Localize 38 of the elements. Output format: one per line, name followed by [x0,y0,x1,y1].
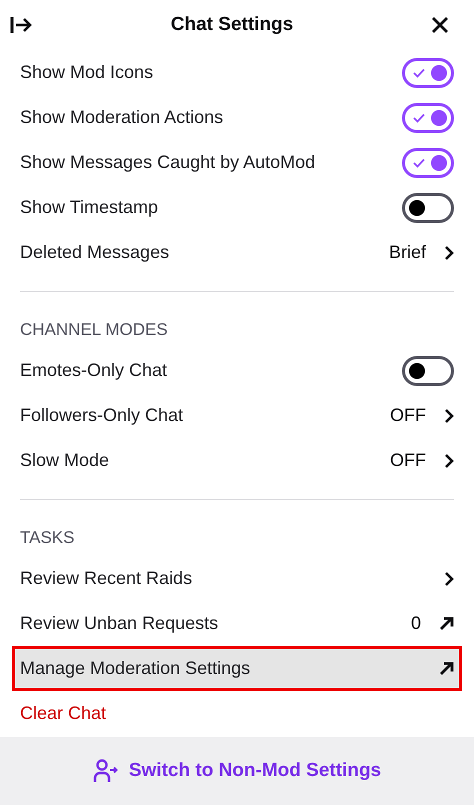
setting-label: Deleted Messages [20,242,170,263]
menu-row[interactable]: Review Unban Requests 0 [12,601,462,646]
chevron-right-icon [444,244,454,260]
chevron-right-icon [444,570,454,586]
setting-label: Manage Moderation Settings [20,658,250,679]
panel-title: Chat Settings [170,14,294,36]
toggle-switch[interactable] [402,102,454,132]
check-icon [413,158,425,168]
setting-label: Review Unban Requests [20,613,218,634]
setting-value: 0 [410,613,421,634]
chevron-right-icon [444,452,454,468]
close-icon[interactable] [430,15,450,35]
toggle-switch[interactable] [402,192,454,222]
section-heading: TASKS [20,528,74,548]
check-icon [413,112,425,122]
user-arrow-icon [92,759,119,783]
arrow-up-right-icon [439,661,454,676]
toggle-switch[interactable] [402,148,454,178]
check-icon [413,68,425,78]
setting-label: Emotes-Only Chat [20,360,168,381]
arrow-up-right-icon [439,616,454,631]
setting-value: OFF [390,450,426,471]
chevron-right-icon [444,408,454,424]
setting-value: Brief [388,242,426,263]
toggle-switch[interactable] [402,356,454,386]
toggle-switch[interactable] [402,58,454,88]
setting-label: Followers-Only Chat [20,405,184,426]
clear-chat-link[interactable]: Clear Chat [20,703,106,724]
section-heading: CHANNEL MODES [20,320,168,340]
menu-row[interactable]: Manage Moderation Settings [12,646,462,691]
setting-label: Show Mod Icons [20,62,154,83]
setting-label: Slow Mode [20,450,110,471]
setting-label: Show Moderation Actions [20,107,224,128]
setting-label: Show Timestamp [20,197,158,218]
setting-label: Show Messages Caught by AutoMod [20,152,316,173]
collapse-icon[interactable] [10,16,34,34]
setting-value: OFF [390,405,426,426]
setting-label: Review Recent Raids [20,568,192,589]
